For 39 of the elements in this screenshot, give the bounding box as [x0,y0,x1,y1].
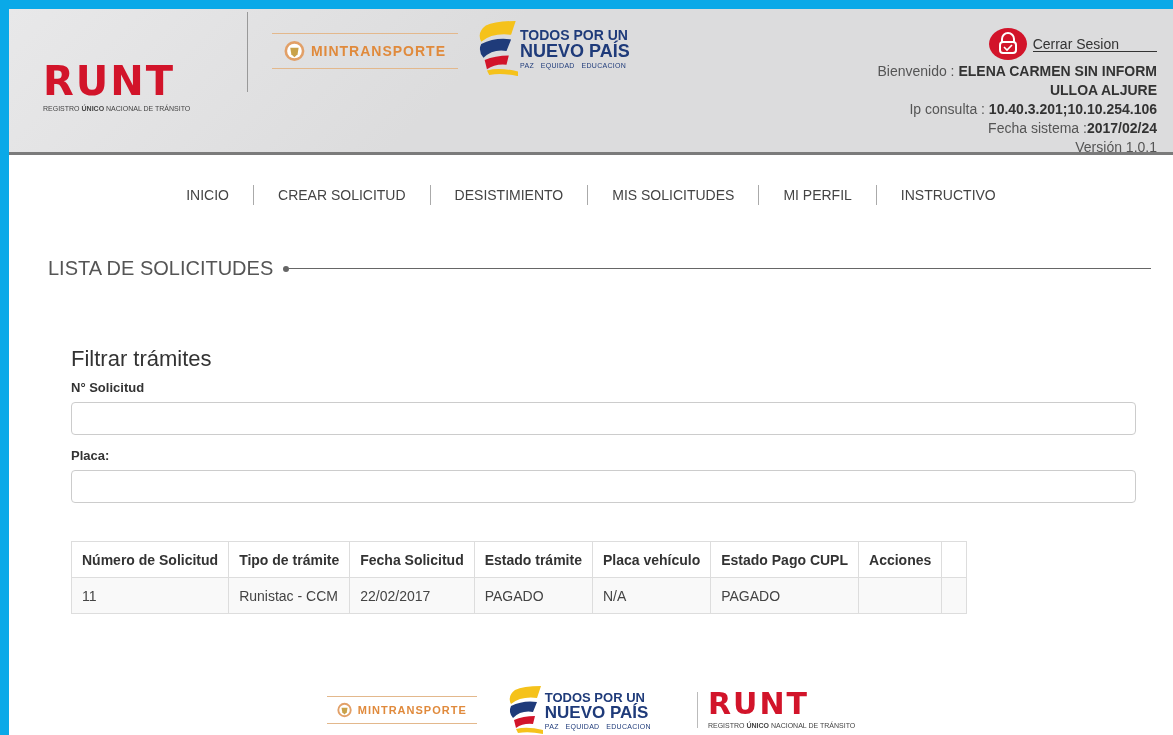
emblem-icon [336,702,352,718]
input-field[interactable] [71,402,1136,435]
column-header: Estado trámite [474,541,593,578]
nav-link[interactable]: DESISTIMIENTO [429,185,588,205]
column-header: Placa vehículo [592,541,711,578]
table-cell: 22/02/2017 [349,577,475,614]
filter-title: Filtrar trámites [71,346,213,372]
field-label: N° Solicitud [71,380,146,395]
welcome-text: Bienvenido : ELENA CARMEN SIN INFORM ULLOA ALJURE [876,62,1157,100]
slogan-text: TODOS POR UN [544,690,645,704]
column-header: Acciones [858,541,942,578]
section-title: LISTA DE SOLICITUDES [48,257,274,280]
nav-link[interactable]: CREAR SOLICITUD [253,185,430,205]
field-label: Placa: [71,448,111,463]
logout-link[interactable]: Cerrar Sesion [1032,36,1157,52]
slogan-text: NUEVO PAÍS [544,703,650,721]
column-header: Estado Pago CUPL [710,541,859,578]
table-cell: 11 [71,577,229,614]
table-cell: PAGADO [474,577,593,614]
table-cell: PAGADO [710,577,859,614]
input-field[interactable] [71,470,1136,503]
nav-link[interactable]: MI PERFIL [758,185,876,205]
emblem-icon [284,40,305,62]
column-header: Fecha Solicitud [349,541,475,578]
version-text: Versión 1.0.1 [1075,138,1157,157]
table-cell: N/A [592,577,711,614]
ip-text: Ip consulta : 10.40.3.201;10.10.254.106 [909,100,1157,119]
table-cell: Runistac - CCM [228,577,350,614]
nav-link[interactable]: MIS SOLICITUDES [587,185,759,205]
ministry-logo: MINTRANSPORTE [272,33,458,69]
ministry-logo: MINTRANSPORTE [326,696,477,724]
nav-link[interactable]: INSTRUCTIVO [875,185,1020,205]
column-header: Número de Solicitud [71,541,229,578]
lock-icon[interactable] [988,28,1027,60]
column-header: Tipo de trámite [228,541,350,578]
runt-logo-text: RUNT [707,689,809,720]
date-text: Fecha sistema :2017/02/24 [988,119,1157,138]
runt-logo-text: RUNT [43,61,176,101]
nav-link[interactable]: INICIO [162,185,253,205]
